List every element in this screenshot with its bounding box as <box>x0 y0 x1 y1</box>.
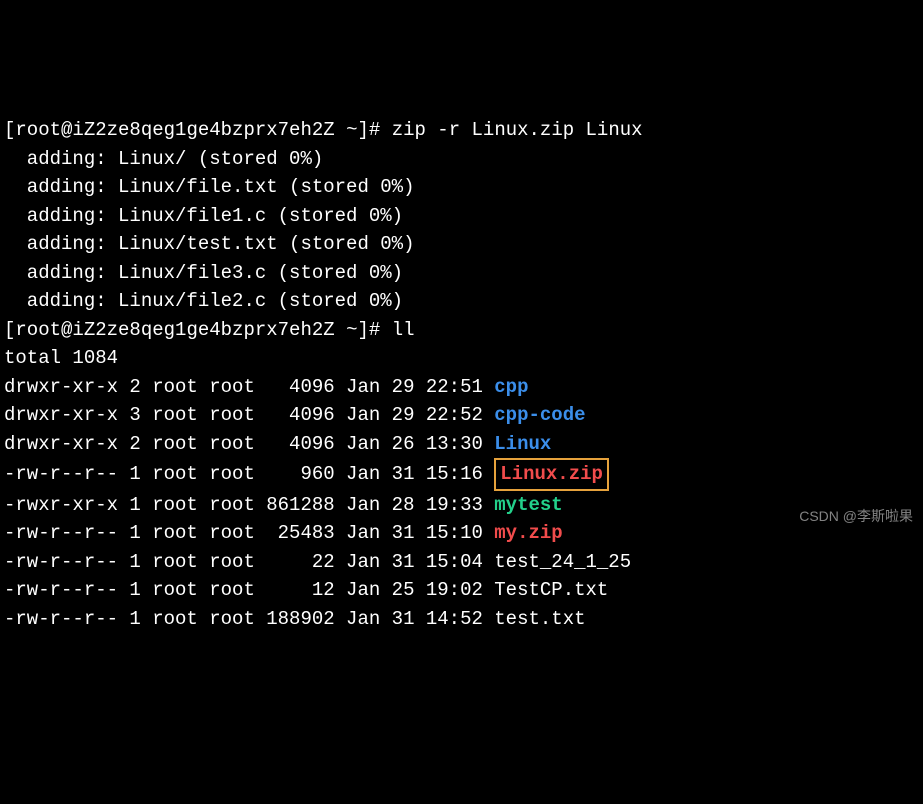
ls-row: drwxr-xr-x 2 root root 4096 Jan 26 13:30… <box>4 430 919 459</box>
zip-output-line: adding: Linux/test.txt (stored 0%) <box>4 230 919 259</box>
ls-meta: -rw-r--r-- 1 root root 960 Jan 31 15:16 <box>4 463 494 485</box>
ls-meta: -rw-r--r-- 1 root root 188902 Jan 31 14:… <box>4 608 494 630</box>
zip-output-line: adding: Linux/file2.c (stored 0%) <box>4 287 919 316</box>
ls-meta: -rwxr-xr-x 1 root root 861288 Jan 28 19:… <box>4 494 494 516</box>
ls-filename: mytest <box>494 494 562 516</box>
prompt-line: [root@iZ2ze8qeg1ge4bzprx7eh2Z ~]# ll <box>4 316 919 345</box>
ls-filename: cpp-code <box>494 404 585 426</box>
ls-filename: test_24_1_25 <box>494 551 631 573</box>
ls-row: drwxr-xr-x 3 root root 4096 Jan 29 22:52… <box>4 401 919 430</box>
terminal-output[interactable]: [root@iZ2ze8qeg1ge4bzprx7eh2Z ~]# zip -r… <box>4 116 919 633</box>
ls-row: -rwxr-xr-x 1 root root 861288 Jan 28 19:… <box>4 491 919 520</box>
ls-row: -rw-r--r-- 1 root root 25483 Jan 31 15:1… <box>4 519 919 548</box>
zip-output-line: adding: Linux/ (stored 0%) <box>4 145 919 174</box>
ls-row: -rw-r--r-- 1 root root 960 Jan 31 15:16 … <box>4 458 919 491</box>
ls-filename: test.txt <box>494 608 585 630</box>
ls-filename: my.zip <box>494 522 562 544</box>
zip-output-line: adding: Linux/file3.c (stored 0%) <box>4 259 919 288</box>
ls-meta: drwxr-xr-x 2 root root 4096 Jan 29 22:51 <box>4 376 494 398</box>
ls-filename: Linux <box>494 433 551 455</box>
prompt-line: [root@iZ2ze8qeg1ge4bzprx7eh2Z ~]# zip -r… <box>4 116 919 145</box>
ls-meta: drwxr-xr-x 2 root root 4096 Jan 26 13:30 <box>4 433 494 455</box>
ls-meta: -rw-r--r-- 1 root root 12 Jan 25 19:02 <box>4 579 494 601</box>
ls-meta: drwxr-xr-x 3 root root 4096 Jan 29 22:52 <box>4 404 494 426</box>
ls-meta: -rw-r--r-- 1 root root 22 Jan 31 15:04 <box>4 551 494 573</box>
ls-row: -rw-r--r-- 1 root root 188902 Jan 31 14:… <box>4 605 919 634</box>
ls-row: -rw-r--r-- 1 root root 22 Jan 31 15:04 t… <box>4 548 919 577</box>
ls-filename: Linux.zip <box>494 458 609 491</box>
watermark: CSDN @李斯啦果 <box>799 506 913 527</box>
zip-output-line: adding: Linux/file1.c (stored 0%) <box>4 202 919 231</box>
command-text: zip -r Linux.zip Linux <box>392 119 643 141</box>
ls-meta: -rw-r--r-- 1 root root 25483 Jan 31 15:1… <box>4 522 494 544</box>
ls-row: -rw-r--r-- 1 root root 12 Jan 25 19:02 T… <box>4 576 919 605</box>
ls-row: drwxr-xr-x 2 root root 4096 Jan 29 22:51… <box>4 373 919 402</box>
ls-total-line: total 1084 <box>4 344 919 373</box>
zip-output-line: adding: Linux/file.txt (stored 0%) <box>4 173 919 202</box>
ls-filename: TestCP.txt <box>494 579 608 601</box>
ls-filename: cpp <box>494 376 528 398</box>
command-text: ll <box>392 319 415 341</box>
